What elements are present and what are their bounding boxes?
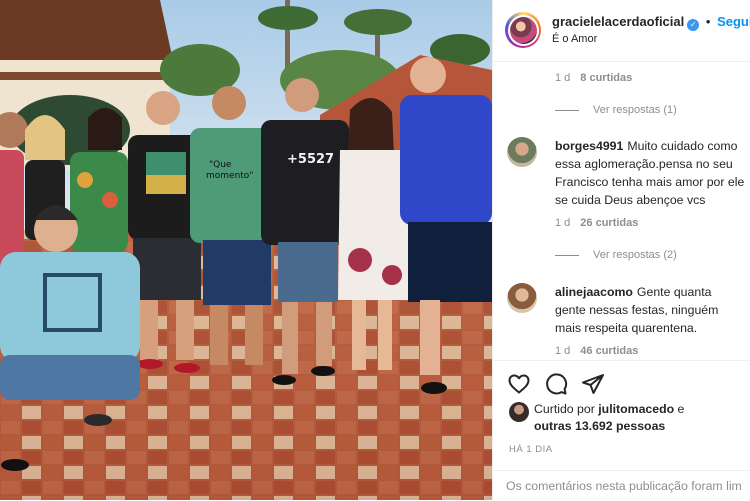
follow-button[interactable]: Seguir — [717, 14, 750, 29]
shirt-text-momento: momento" — [206, 171, 253, 181]
comment-icon[interactable] — [543, 371, 569, 397]
comment-age: 1 d — [555, 217, 571, 229]
comment-likes-count[interactable]: 26 curtidas — [580, 217, 638, 229]
commenter-username[interactable]: alinejaacomo — [555, 285, 633, 299]
owner-username[interactable]: gracielelacerdaoficial — [552, 14, 684, 29]
post-location[interactable]: É o Amor — [552, 33, 597, 45]
heart-icon[interactable] — [506, 371, 532, 397]
comment-likes-count[interactable]: 8 curtidas — [580, 72, 632, 84]
comment-item: alinejaacomo Gente quanta gente nessas fe… — [507, 283, 743, 343]
post-header: gracielelacerdaoficial✓ • Seguir É o Amo… — [493, 0, 750, 62]
post-timestamp[interactable]: HÁ 1 DIA — [509, 444, 553, 455]
separator: • — [705, 14, 711, 29]
share-icon[interactable] — [580, 371, 606, 397]
commenter-avatar[interactable] — [507, 283, 537, 313]
comment-age: 1 d — [555, 345, 571, 357]
liker-username[interactable]: julitomacedo — [598, 402, 674, 416]
comments-limited-notice: Os comentários nesta publicação foram li… — [493, 470, 750, 500]
post-side-panel: gracielelacerdaoficial✓ • Seguir É o Amo… — [492, 0, 750, 500]
comment-likes-count[interactable]: 46 curtidas — [580, 345, 638, 357]
view-replies-button[interactable]: Ver respostas (2) — [555, 249, 677, 261]
commenter-username[interactable]: borges4991 — [555, 139, 623, 153]
comment-meta: 1 d 26 curtidas — [555, 217, 638, 229]
liked-by-summary: Curtido por julitomacedo e outras 13.692… — [509, 401, 744, 435]
verified-badge-icon: ✓ — [687, 19, 700, 31]
commenter-avatar[interactable] — [507, 137, 537, 167]
liker-avatar[interactable] — [509, 402, 529, 422]
group-photo-illustration: "Que momento" +5527 — [0, 0, 492, 500]
comment-item: borges4991 Muito cuidado como essa aglome… — [507, 137, 744, 227]
shirt-text-que: "Que — [209, 160, 232, 170]
view-replies-button[interactable]: Ver respostas (1) — [555, 104, 677, 116]
likes-count-button[interactable]: outras 13.692 pessoas — [534, 419, 665, 433]
post-photo[interactable]: "Que momento" +5527 — [0, 0, 492, 500]
comment-age: 1 d — [555, 72, 571, 84]
comment-meta: 1 d 8 curtidas — [555, 72, 632, 84]
comment-meta: 1 d 46 curtidas — [555, 345, 638, 357]
owner-avatar[interactable] — [505, 12, 541, 48]
shirt-text-number: +5527 — [287, 152, 334, 167]
